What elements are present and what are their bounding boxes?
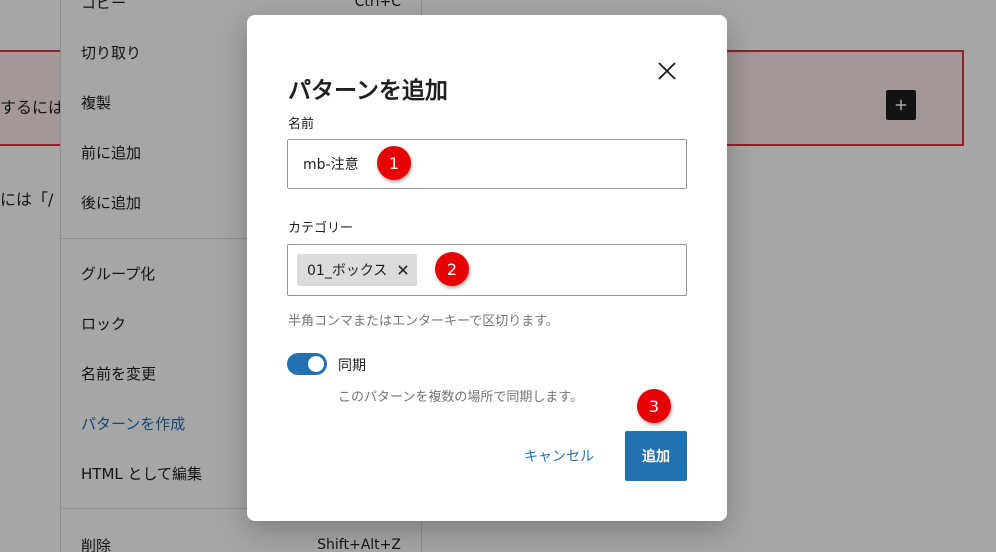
category-help: 半角コンマまたはエンターキーで区切ります。 bbox=[288, 314, 559, 329]
cancel-button[interactable]: キャンセル bbox=[507, 431, 611, 481]
step-badge-3: 3 bbox=[637, 389, 671, 423]
toggle-knob bbox=[308, 356, 324, 372]
close-icon bbox=[658, 62, 676, 80]
category-token-field[interactable]: 01_ボックス bbox=[287, 244, 687, 296]
category-token-label: 01_ボックス bbox=[307, 263, 388, 279]
pattern-name-input[interactable] bbox=[287, 139, 687, 189]
modal-title: パターンを追加 bbox=[288, 78, 448, 104]
remove-token-button[interactable] bbox=[395, 262, 411, 278]
category-label: カテゴリー bbox=[288, 221, 354, 236]
close-icon bbox=[398, 265, 409, 275]
step-badge-1: 1 bbox=[377, 146, 411, 180]
close-button[interactable] bbox=[651, 55, 683, 87]
add-pattern-modal: パターンを追加 名前 カテゴリー 01_ボックス 半角コンマまたはエンターキーで… bbox=[247, 15, 727, 521]
sync-label: 同期 bbox=[338, 358, 366, 374]
sync-help: このパターンを複数の場所で同期します。 bbox=[338, 390, 584, 405]
name-label: 名前 bbox=[288, 117, 315, 132]
sync-toggle[interactable] bbox=[287, 353, 327, 375]
add-button[interactable]: 追加 bbox=[625, 431, 687, 481]
category-token: 01_ボックス bbox=[297, 254, 418, 286]
step-badge-2: 2 bbox=[435, 252, 469, 286]
